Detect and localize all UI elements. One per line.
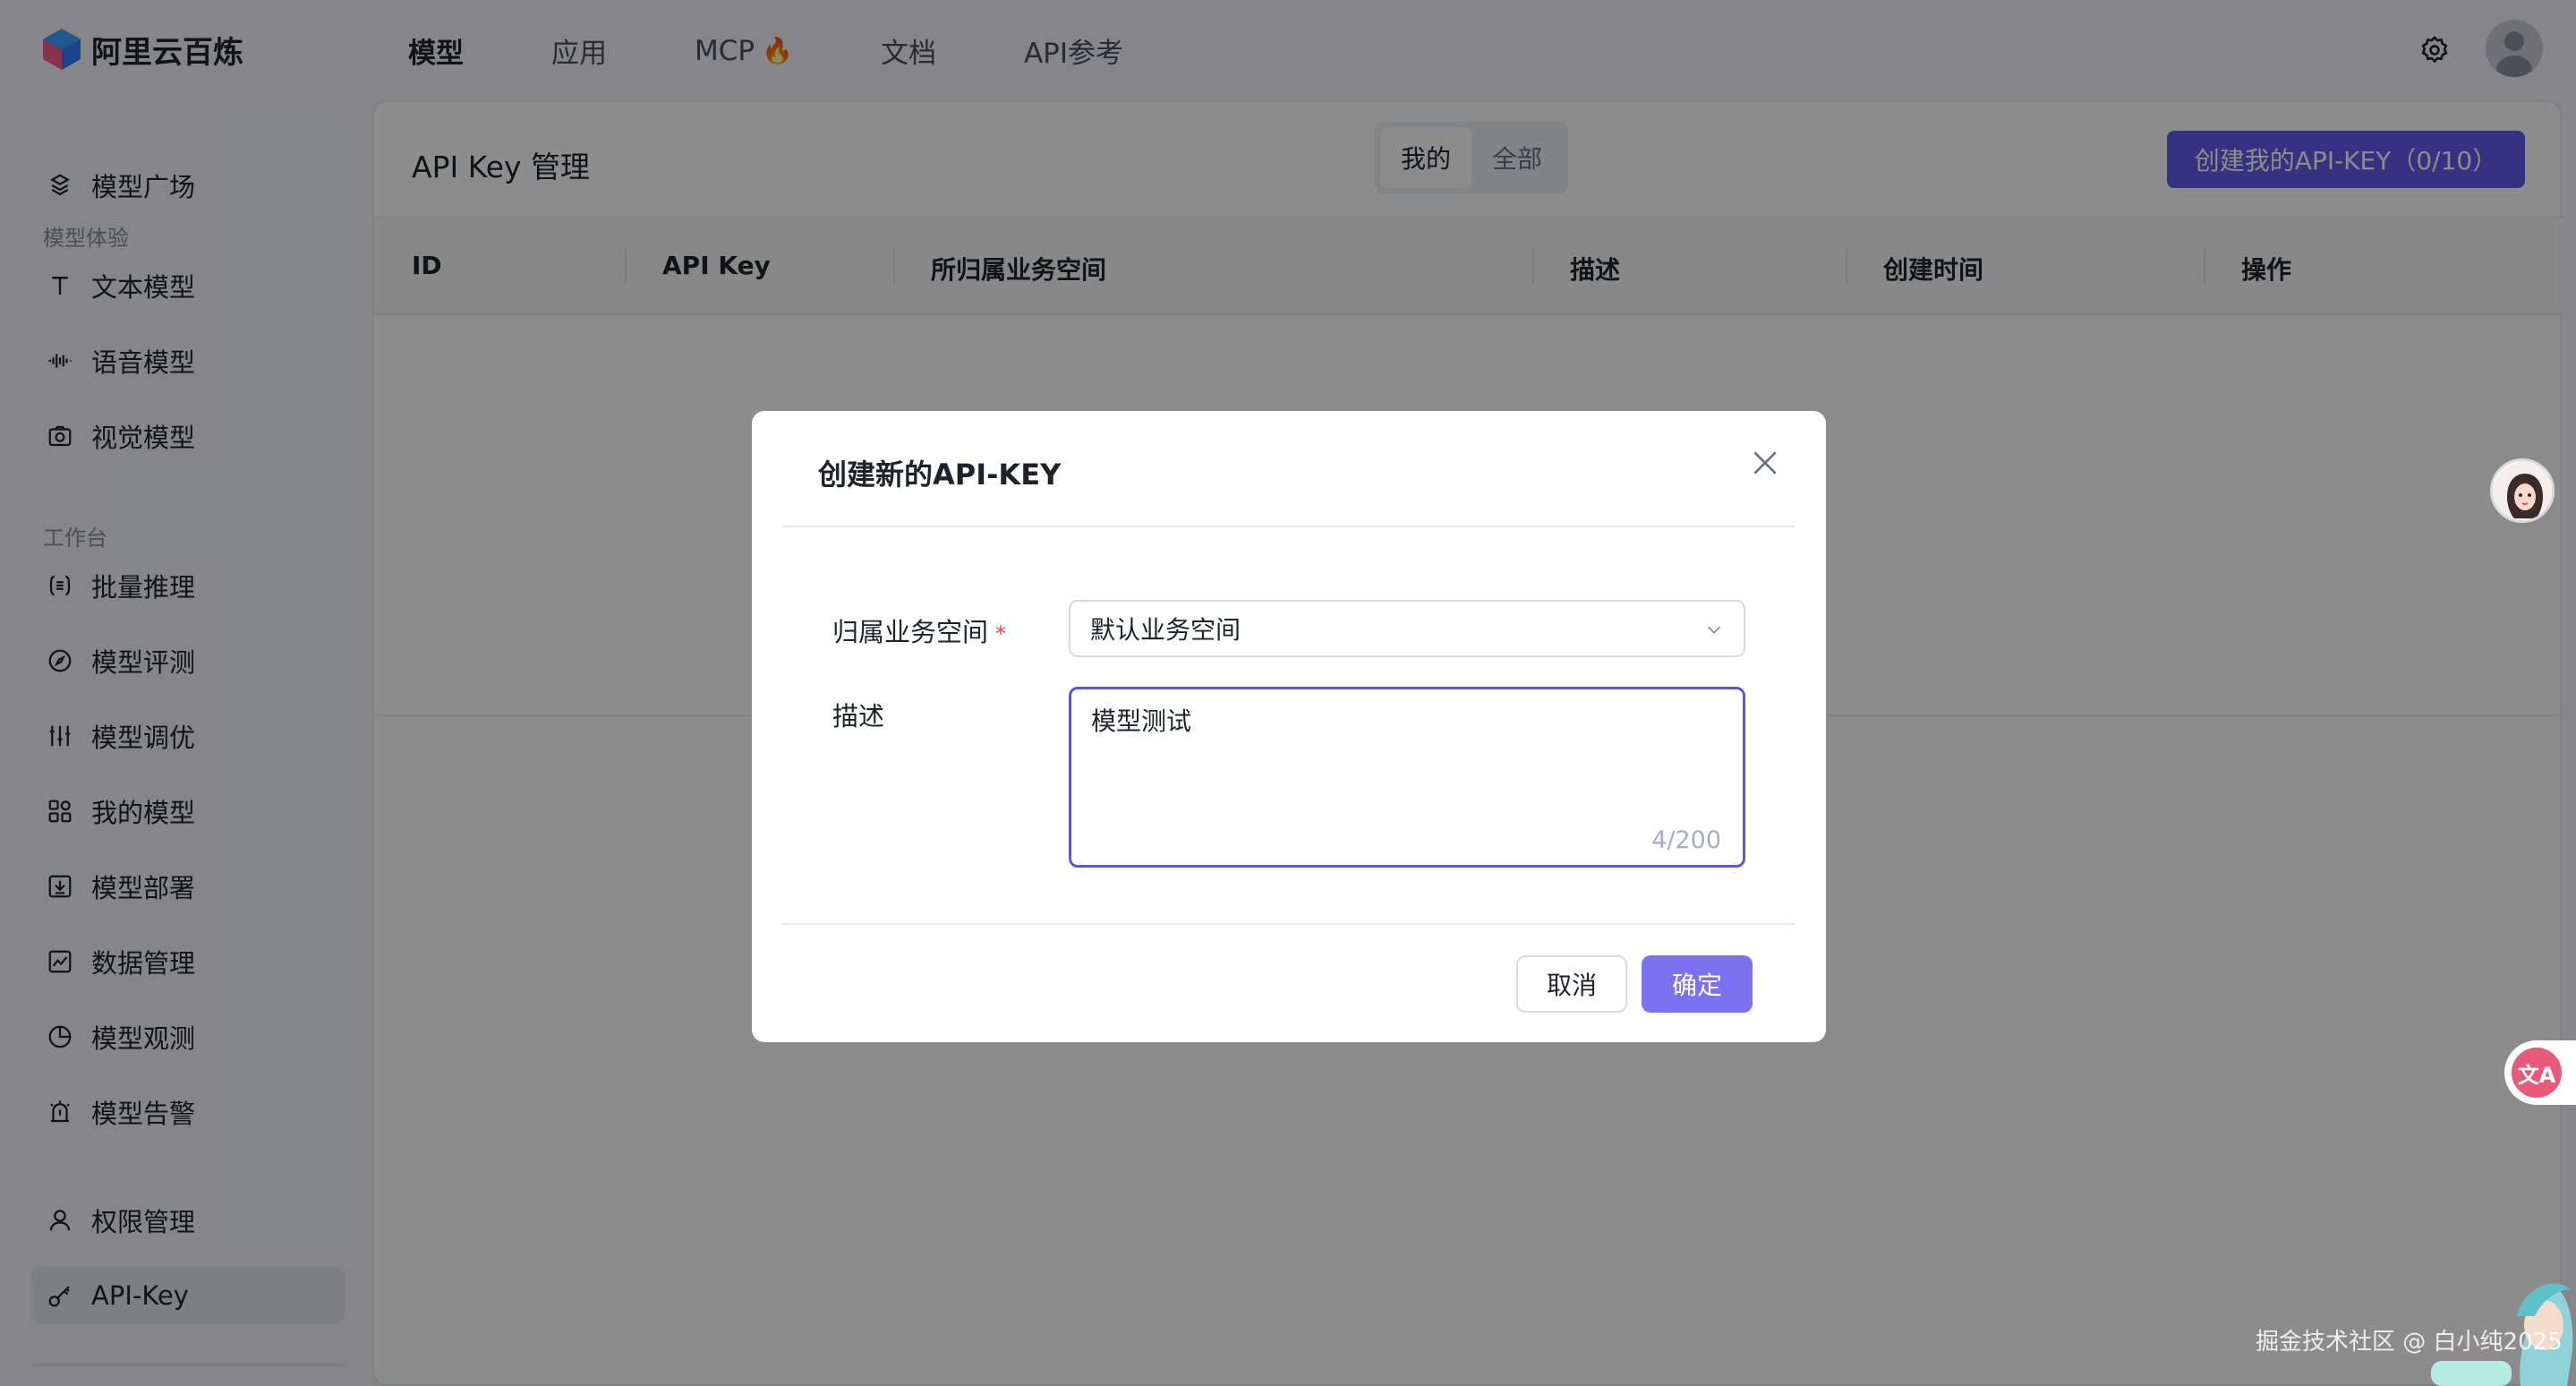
translate-float-button[interactable]: 文A xyxy=(2504,1040,2576,1105)
confirm-button[interactable]: 确定 xyxy=(1642,955,1753,1013)
workspace-select[interactable]: 默认业务空间 xyxy=(1069,600,1745,657)
description-label: 描述 xyxy=(832,701,885,732)
assistant-avatar-button[interactable] xyxy=(2490,458,2555,523)
required-mark: * xyxy=(995,621,1007,646)
workspace-label-text: 归属业务空间 xyxy=(832,617,989,647)
description-value: 模型测试 xyxy=(1091,706,1192,736)
translate-icon: 文A xyxy=(2512,1048,2562,1098)
character-counter: 4/200 xyxy=(1651,826,1721,854)
create-api-key-modal: 创建新的API-KEY 归属业务空间 * 默认业务空间 描述 模型测试 4/200… xyxy=(752,411,1826,1042)
modal-title: 创建新的API-KEY xyxy=(818,458,1062,492)
chevron-down-icon xyxy=(1707,626,1721,634)
modal-header-divider xyxy=(782,526,1796,527)
description-textarea[interactable]: 模型测试 4/200 xyxy=(1069,687,1745,868)
workspace-select-value: 默认业务空间 xyxy=(1090,615,1241,645)
modal-footer-divider xyxy=(782,923,1796,925)
cancel-button[interactable]: 取消 xyxy=(1516,955,1627,1013)
close-icon[interactable] xyxy=(1747,445,1783,481)
watermark: 掘金技术社区 @ 白小纯2025 xyxy=(2256,1329,2563,1356)
workspace-label: 归属业务空间 * xyxy=(832,612,1006,649)
